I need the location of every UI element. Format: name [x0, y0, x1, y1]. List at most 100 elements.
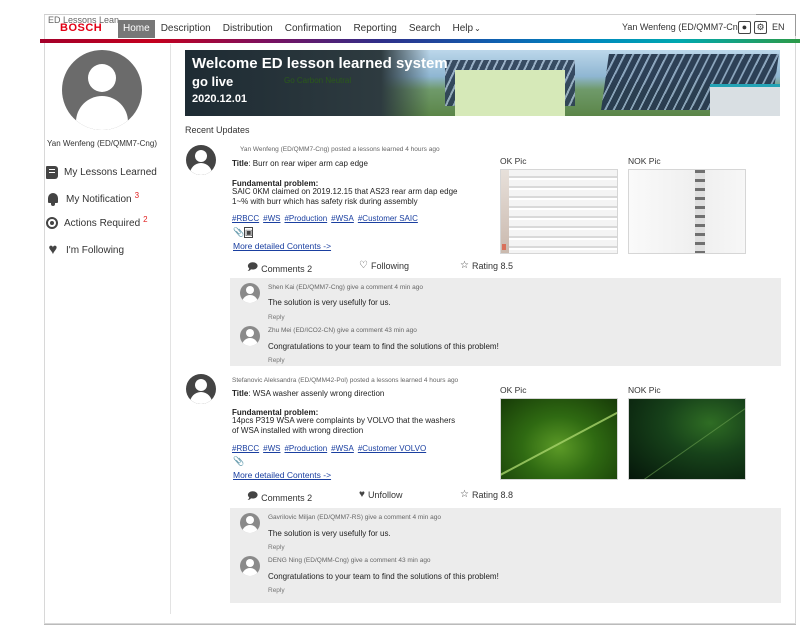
- comment-text: The solution is very usefully for us.: [268, 529, 391, 538]
- tag-link[interactable]: #WSA: [331, 444, 354, 453]
- section-title: Recent Updates: [185, 125, 250, 135]
- banner-title: Welcome ED lesson learned system: [192, 55, 448, 72]
- avatar-body: [242, 295, 258, 303]
- leaf-vein: [501, 403, 617, 477]
- comment-icon: 🗩: [247, 491, 259, 502]
- nav-search[interactable]: Search: [403, 20, 447, 38]
- post-author-avatar[interactable]: [186, 145, 216, 175]
- post-title: Title: WSA washer assenly wrong directio…: [232, 389, 384, 398]
- comments-button[interactable]: 🗩 Comments 2: [247, 489, 312, 506]
- reply-link[interactable]: Reply: [268, 587, 285, 594]
- nok-picture[interactable]: [628, 169, 746, 254]
- language-selector[interactable]: EN: [772, 22, 785, 32]
- gear-icon[interactable]: ⚙: [754, 21, 767, 34]
- reply-link[interactable]: Reply: [268, 314, 285, 321]
- avatar-head: [88, 64, 116, 92]
- star-icon: ☆: [460, 260, 469, 271]
- problem-text: 14pcs P319 WSA were complaints by VOLVO …: [232, 416, 456, 425]
- reply-link[interactable]: Reply: [268, 357, 285, 364]
- tag-link[interactable]: #Customer VOLVO: [358, 444, 426, 453]
- rating-button[interactable]: ☆ Rating 8.5: [460, 260, 513, 271]
- tag-link[interactable]: #Production: [284, 444, 327, 453]
- nav-help[interactable]: Help⌄: [447, 20, 487, 38]
- sidebar-item-actions-required[interactable]: Actions Required 2: [46, 215, 148, 229]
- avatar-body: [76, 96, 128, 130]
- notification-count-badge: 3: [134, 190, 140, 200]
- comment-avatar[interactable]: [240, 283, 260, 303]
- pic-mark: [502, 244, 506, 250]
- main-nav: Home Description Distribution Confirmati…: [118, 20, 487, 38]
- ok-pic-label: OK Pic: [500, 385, 527, 395]
- avatar-head: [246, 559, 254, 567]
- comment-avatar[interactable]: [240, 513, 260, 533]
- unfollow-button[interactable]: ♥ Unfollow: [359, 489, 402, 500]
- tag-link[interactable]: #Production: [284, 214, 327, 223]
- rating-label: Rating 8.8: [471, 489, 513, 500]
- nav-reporting[interactable]: Reporting: [347, 20, 402, 38]
- heart-icon: ♥: [359, 489, 365, 500]
- banner-subtitle: go live: [192, 74, 234, 89]
- nav-help-label: Help: [452, 23, 474, 34]
- more-details-link[interactable]: More detailed Contents ->: [233, 241, 331, 251]
- reply-link[interactable]: Reply: [268, 544, 285, 551]
- comment-meta: DENG Ning (ED/QMM-Cng) give a comment 43…: [268, 557, 431, 564]
- post-author-avatar[interactable]: [186, 374, 216, 404]
- nok-pic-label: NOK Pic: [628, 156, 661, 166]
- nav-description[interactable]: Description: [155, 20, 217, 38]
- sidebar-item-label: My Lessons Learned: [64, 167, 157, 178]
- image-file-icon[interactable]: ▣: [244, 227, 253, 238]
- banner-building: [710, 84, 780, 116]
- post-title-text: : Burr on rear wiper arm cap edge: [248, 159, 368, 168]
- ok-picture[interactable]: [500, 169, 618, 254]
- avatar-head: [246, 286, 254, 294]
- bosch-logo[interactable]: BOSCH: [60, 22, 102, 34]
- comment-thread: [230, 278, 781, 366]
- attachment-icon[interactable]: 📎: [233, 456, 244, 467]
- pic-edge: [501, 170, 509, 253]
- comment-text: Congratulations to your team to find the…: [268, 572, 499, 581]
- top-border: [44, 14, 756, 15]
- more-details-link[interactable]: More detailed Contents ->: [233, 470, 331, 480]
- bell-icon: [46, 192, 60, 206]
- problem-text: SAIC 0KM claimed on 2019.12.15 that AS23…: [232, 187, 458, 196]
- sidebar-divider: [170, 44, 171, 614]
- comment-text: Congratulations to your team to find the…: [268, 342, 499, 351]
- nok-picture[interactable]: [628, 398, 746, 480]
- tag-link[interactable]: #RBCC: [232, 214, 259, 223]
- nok-pic-label: NOK Pic: [628, 385, 661, 395]
- pic-strip: [695, 170, 705, 253]
- user-profile-icon[interactable]: ●: [738, 21, 751, 34]
- sidebar-item-label: Actions Required: [64, 217, 141, 229]
- post-title-label: Title: [232, 159, 249, 168]
- tag-link[interactable]: #Customer SAIC: [358, 214, 418, 223]
- post-tags: #RBCC #WS #Production #WSA #Customer SAI…: [232, 214, 422, 223]
- sidebar-avatar[interactable]: [62, 50, 142, 130]
- follow-button[interactable]: ♡ Following: [359, 260, 409, 271]
- avatar-body: [190, 392, 212, 404]
- sidebar-item-my-lessons[interactable]: My Lessons Learned: [46, 166, 157, 179]
- banner-badge: Go Carbon Neutral: [284, 76, 352, 85]
- post-title-label: Title: [232, 389, 249, 398]
- problem-text: 1~% with burr which has safety risk duri…: [232, 197, 418, 206]
- comment-meta: Zhu Mei (ED/ICO2-CN) give a comment 43 m…: [268, 327, 417, 334]
- comment-thread: [230, 508, 781, 603]
- nav-distribution[interactable]: Distribution: [217, 20, 279, 38]
- current-user[interactable]: Yan Wenfeng (ED/QMM7-Cng): [622, 22, 746, 32]
- comment-avatar[interactable]: [240, 326, 260, 346]
- avatar-head: [195, 150, 207, 162]
- sidebar-item-following[interactable]: ♥ I'm Following: [46, 242, 125, 257]
- tag-link[interactable]: #WS: [263, 214, 280, 223]
- nav-home[interactable]: Home: [118, 20, 155, 38]
- bottom-border: [44, 624, 796, 625]
- ok-picture[interactable]: [500, 398, 618, 480]
- tag-link[interactable]: #WSA: [331, 214, 354, 223]
- comments-button[interactable]: 🗩 Comments 2: [247, 260, 312, 277]
- attachment-icon[interactable]: 📎: [233, 227, 244, 238]
- sidebar-item-notification[interactable]: My Notification 3: [46, 190, 140, 206]
- rating-button[interactable]: ☆ Rating 8.8: [460, 489, 513, 500]
- comment-avatar[interactable]: [240, 556, 260, 576]
- nav-confirmation[interactable]: Confirmation: [279, 20, 348, 38]
- tag-link[interactable]: #WS: [263, 444, 280, 453]
- book-icon: [46, 166, 58, 179]
- tag-link[interactable]: #RBCC: [232, 444, 259, 453]
